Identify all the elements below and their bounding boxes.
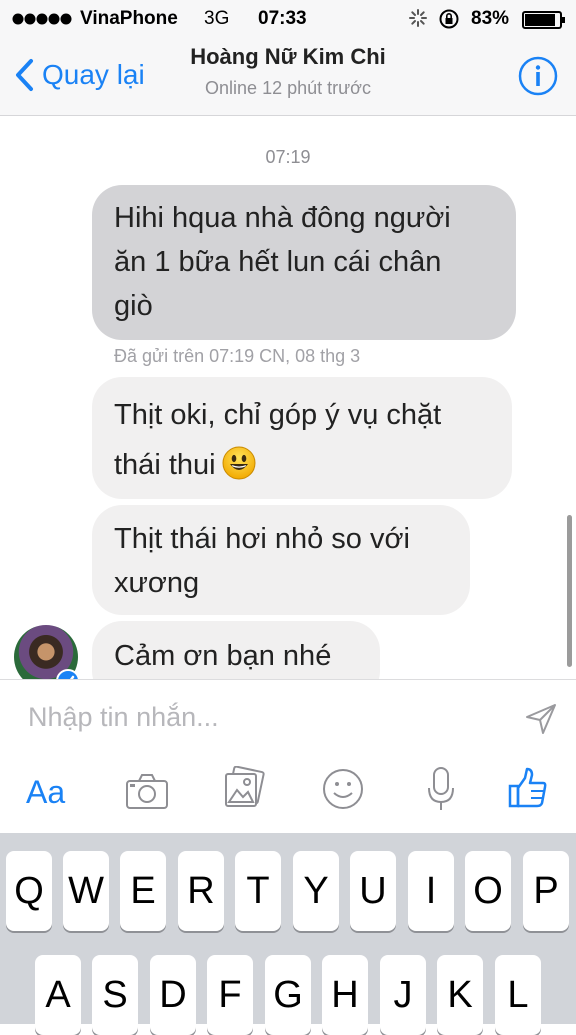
message-input[interactable]: Nhập tin nhắn... (28, 702, 219, 733)
text-format-button[interactable]: Aa (26, 774, 65, 811)
online-status: Online 12 phút trước (205, 78, 371, 98)
message-line: thái thui (114, 449, 216, 481)
key-h[interactable]: H (322, 955, 368, 1035)
rotation-lock-icon (438, 8, 460, 36)
received-message-bubble[interactable]: Thịt oki, chỉ góp ý vụ chặt thái thui (92, 377, 512, 499)
activity-spinner-icon (408, 8, 428, 34)
key-p[interactable]: P (523, 851, 569, 931)
contact-avatar[interactable] (14, 625, 80, 679)
delivery-status: Đã gửi trên 07:19 CN, 08 thg 3 (114, 346, 361, 366)
send-button[interactable] (524, 702, 558, 741)
info-button[interactable] (518, 56, 558, 101)
key-t[interactable]: T (235, 851, 281, 931)
status-time: 07:33 (258, 8, 307, 29)
key-l[interactable]: L (495, 955, 541, 1035)
composer-toolbar: Aa (0, 765, 576, 822)
message-line: Cảm ơn bạn nhé (114, 640, 332, 672)
received-message-bubble[interactable]: Thịt thái hơi nhỏ so với xương (92, 505, 470, 615)
battery-icon (522, 11, 566, 35)
contact-name: Hoàng Nữ Kim Chi (190, 44, 386, 69)
photo-gallery-icon[interactable] (222, 765, 268, 815)
message-timestamp: 07:19 (265, 147, 311, 167)
microphone-icon[interactable] (426, 766, 456, 817)
message-line: xương (114, 567, 200, 599)
key-u[interactable]: U (350, 851, 396, 931)
key-f[interactable]: F (207, 955, 253, 1035)
key-j[interactable]: J (380, 955, 426, 1035)
back-button[interactable]: Quay lại (14, 58, 145, 92)
key-a[interactable]: A (35, 955, 81, 1035)
message-line: Thịt oki, chỉ góp ý vụ chặt (114, 399, 442, 431)
smiley-icon (222, 446, 256, 480)
contact-info[interactable]: Hoàng Nữ Kim Chi Online 12 phút trước (140, 44, 436, 99)
received-message-bubble[interactable]: Cảm ơn bạn nhé (92, 621, 380, 679)
thumbs-up-icon[interactable] (508, 766, 548, 815)
message-line: giò (114, 290, 153, 322)
key-k[interactable]: K (437, 955, 483, 1035)
key-g[interactable]: G (265, 955, 311, 1035)
key-q[interactable]: Q (6, 851, 52, 931)
key-d[interactable]: D (150, 955, 196, 1035)
key-s[interactable]: S (92, 955, 138, 1035)
camera-icon[interactable] (124, 772, 170, 817)
scroll-indicator[interactable] (567, 515, 572, 667)
info-icon (518, 56, 558, 96)
key-w[interactable]: W (63, 851, 109, 931)
key-r[interactable]: R (178, 851, 224, 931)
conversation-header: Quay lại Hoàng Nữ Kim Chi Online 12 phút… (0, 38, 576, 116)
battery-percentage: 83% (471, 8, 510, 29)
status-bar: VinaPhone 3G 07:33 83% (0, 0, 576, 38)
sent-message-bubble[interactable]: Hihi hqua nhà đông người ăn 1 bữa hết lu… (92, 185, 516, 340)
send-icon (526, 704, 556, 734)
key-y[interactable]: Y (293, 851, 339, 931)
chevron-left-icon (16, 59, 33, 91)
key-i[interactable]: I (408, 851, 454, 931)
verified-check-icon (56, 669, 80, 679)
signal-strength-icon (12, 9, 74, 29)
message-line: Thịt thái hơi nhỏ so với (114, 523, 410, 555)
network-type: 3G (204, 8, 230, 29)
message-list[interactable]: 07:19 Hihi hqua nhà đông người ăn 1 bữa … (0, 117, 576, 679)
message-composer: Nhập tin nhắn... Aa (0, 679, 576, 833)
message-line: ăn 1 bữa hết lun cái chân (114, 246, 442, 278)
carrier-name: VinaPhone (80, 8, 178, 29)
key-e[interactable]: E (120, 851, 166, 931)
key-o[interactable]: O (465, 851, 511, 931)
emoji-icon[interactable] (322, 768, 364, 815)
keyboard: Q W E R T Y U I O P A S D F G H J K L (0, 833, 576, 1035)
message-line: Hihi hqua nhà đông người (114, 202, 451, 234)
back-label: Quay lại (42, 59, 145, 90)
